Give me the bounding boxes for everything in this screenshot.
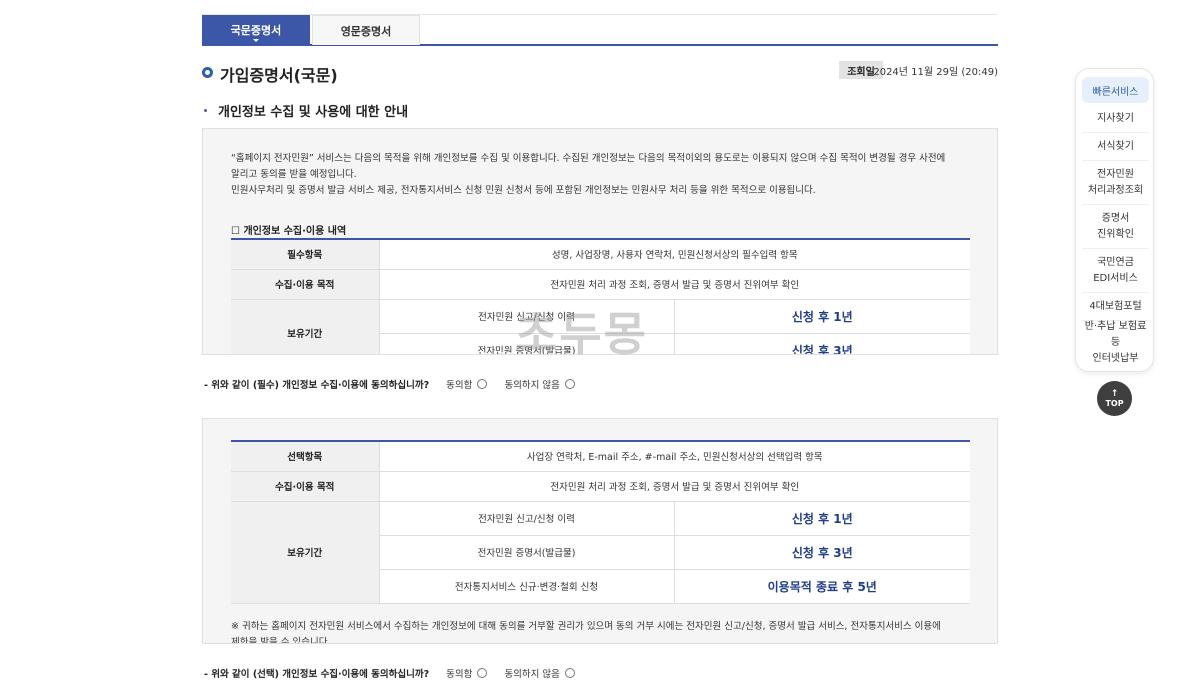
quick-item-premium-payment[interactable]: 반·추납 보험료등 인터넷납부: [1082, 321, 1149, 365]
retention-period: 신청 후 3년: [674, 333, 970, 354]
retention-label: 보유기간: [231, 501, 380, 604]
quick-service-title: 빠른서비스: [1082, 77, 1149, 103]
quick-item-branch-search[interactable]: 지사찾기: [1082, 105, 1149, 133]
note-line-1: ※ 귀하는 홈페이지 전자민원 서비스에서 수집하는 개인정보에 대해 동의를 …: [231, 621, 941, 632]
retention-period: 이용목적 종료 후 5년: [674, 569, 970, 604]
table-row: 수집·이용 목적 전자민원 처리 과정 조회, 증명서 발급 및 증명서 진위여…: [231, 269, 970, 300]
table-row: 필수항목 성명, 사업장명, 사용자 연락처, 민원신청서상의 필수입력 항목: [231, 239, 970, 270]
intro-line-1: “홈페이지 전자민원” 서비스는 다음의 목적을 위해 개인정보를 수집 및 이…: [231, 153, 946, 164]
optional-info-panel[interactable]: 선택항목 사업장 연락처, E-mail 주소, #-mail 주소, 민원신청…: [202, 418, 998, 644]
quick-item-label-2: 처리과정조회: [1087, 184, 1144, 196]
purpose-value: 전자민원 처리 과정 조회, 증명서 발급 및 증명서 진위여부 확인: [379, 471, 970, 502]
note-line-2: 제한을 받을 수 있습니다.: [231, 637, 331, 644]
quick-item-insurance-portal[interactable]: 4대보험포털: [1082, 293, 1149, 321]
optional-agree-label: 동의함: [446, 669, 473, 680]
optional-info-table: 선택항목 사업장 연락처, E-mail 주소, #-mail 주소, 민원신청…: [231, 440, 970, 604]
table-row: 선택항목 사업장 연락처, E-mail 주소, #-mail 주소, 민원신청…: [231, 441, 970, 472]
certificate-tabs: 국문증명서 영문증명서: [202, 14, 998, 46]
quick-item-certificate-verify[interactable]: 증명서 진위확인: [1082, 205, 1149, 249]
arrow-up-icon: ↑: [1110, 388, 1119, 399]
optional-disagree-radio[interactable]: [564, 668, 575, 678]
required-consent-row: - 위와 같이 (필수) 개인정보 수집·이용에 동의하십니까? 동의함 동의하…: [204, 377, 575, 393]
required-items-value: 성명, 사업장명, 사용자 연락처, 민원신청서상의 필수입력 항목: [379, 239, 970, 270]
scroll-top-button[interactable]: ↑ TOP: [1097, 381, 1132, 416]
watermark-text: 초두몽: [515, 307, 648, 361]
retention-period: 신청 후 1년: [674, 501, 970, 536]
tab-english-certificate[interactable]: 영문증명서: [312, 15, 420, 45]
quick-item-label: 전자민원: [1097, 168, 1134, 180]
quick-item-label: 반·추납 보험료등: [1084, 321, 1147, 348]
required-disagree-radio[interactable]: [564, 379, 575, 389]
optional-disagree-label: 동의하지 않음: [504, 669, 560, 680]
optional-consent-question: - 위와 같이 (선택) 개인정보 수집·이용에 동의하십니까?: [204, 669, 430, 680]
quick-item-label: 증명서: [1101, 212, 1130, 224]
required-items-label: 필수항목: [231, 239, 380, 270]
refusal-right-note: ※ 귀하는 홈페이지 전자민원 서비스에서 수집하는 개인정보에 대해 동의를 …: [231, 619, 971, 644]
title-circle-icon: [202, 67, 213, 78]
intro-text: “홈페이지 전자민원” 서비스는 다음의 목적을 위해 개인정보를 수집 및 이…: [231, 151, 971, 199]
purpose-label: 수집·이용 목적: [231, 471, 380, 502]
quick-item-pension-edi[interactable]: 국민연금 EDI서비스: [1082, 249, 1149, 293]
quick-item-label: 4대보험포털: [1089, 300, 1142, 312]
quick-item-label-2: EDI서비스: [1093, 272, 1138, 284]
bullet-dot-icon: [204, 109, 207, 112]
tab-korean-certificate[interactable]: 국문증명서: [202, 15, 310, 45]
retention-period: 신청 후 1년: [674, 299, 970, 334]
required-agree-radio[interactable]: [477, 379, 488, 389]
title-row: 가입증명서(국문) 조회일 2024년 11월 29일 (20:49): [202, 61, 998, 85]
retention-item: 전자통지서비스 신규·변경·철회 신청: [379, 569, 675, 604]
page-title: 가입증명서(국문): [220, 66, 338, 85]
optional-consent-row: - 위와 같이 (선택) 개인정보 수집·이용에 동의하십니까? 동의함 동의하…: [204, 666, 575, 682]
quick-item-label-2: 인터넷납부: [1092, 353, 1139, 364]
top-button-label: TOP: [1105, 398, 1124, 408]
required-consent-question: - 위와 같이 (필수) 개인정보 수집·이용에 동의하십니까?: [204, 380, 430, 391]
quick-item-label: 지사찾기: [1097, 112, 1134, 124]
retention-item: 전자민원 신고/신청 이력: [379, 501, 675, 536]
collection-usage-heading: ☐ 개인정보 수집·이용 내역: [231, 226, 347, 237]
optional-items-label: 선택항목: [231, 441, 380, 472]
date-value: 2024년 11월 29일 (20:49): [873, 67, 998, 78]
intro-line-3: 민원사무처리 및 증명서 발급 서비스 제공, 전자통지서비스 신청 민원 신청…: [231, 185, 816, 196]
table-row: 수집·이용 목적 전자민원 처리 과정 조회, 증명서 발급 및 증명서 진위여…: [231, 471, 970, 502]
intro-line-2: 알리고 동의를 받을 예정입니다.: [231, 169, 357, 180]
purpose-value: 전자민원 처리 과정 조회, 증명서 발급 및 증명서 진위여부 확인: [379, 269, 970, 300]
required-disagree-label: 동의하지 않음: [504, 380, 560, 391]
purpose-label: 수집·이용 목적: [231, 269, 380, 300]
retention-period: 신청 후 3년: [674, 535, 970, 570]
quick-item-form-search[interactable]: 서식찾기: [1082, 133, 1149, 161]
retention-label: 보유기간: [231, 299, 380, 354]
quick-item-label: 서식찾기: [1097, 140, 1134, 152]
optional-items-value: 사업장 연락처, E-mail 주소, #-mail 주소, 민원신청서상의 선…: [379, 441, 970, 472]
quick-item-label-2: 진위확인: [1097, 228, 1134, 240]
table-row: 보유기간 전자민원 신고/신청 이력 신청 후 1년: [231, 501, 970, 604]
quick-item-label: 국민연금: [1097, 256, 1134, 268]
required-agree-label: 동의함: [446, 380, 473, 391]
retention-item: 전자민원 증명서(발급물): [379, 535, 675, 570]
section-title-text: 개인정보 수집 및 사용에 대한 안내: [218, 105, 409, 120]
quick-item-complaint-status[interactable]: 전자민원 처리과정조회: [1082, 161, 1149, 205]
quick-service-menu: 빠른서비스 지사찾기 서식찾기 전자민원 처리과정조회 증명서 진위확인 국민연…: [1075, 68, 1154, 372]
optional-agree-radio[interactable]: [477, 668, 488, 678]
